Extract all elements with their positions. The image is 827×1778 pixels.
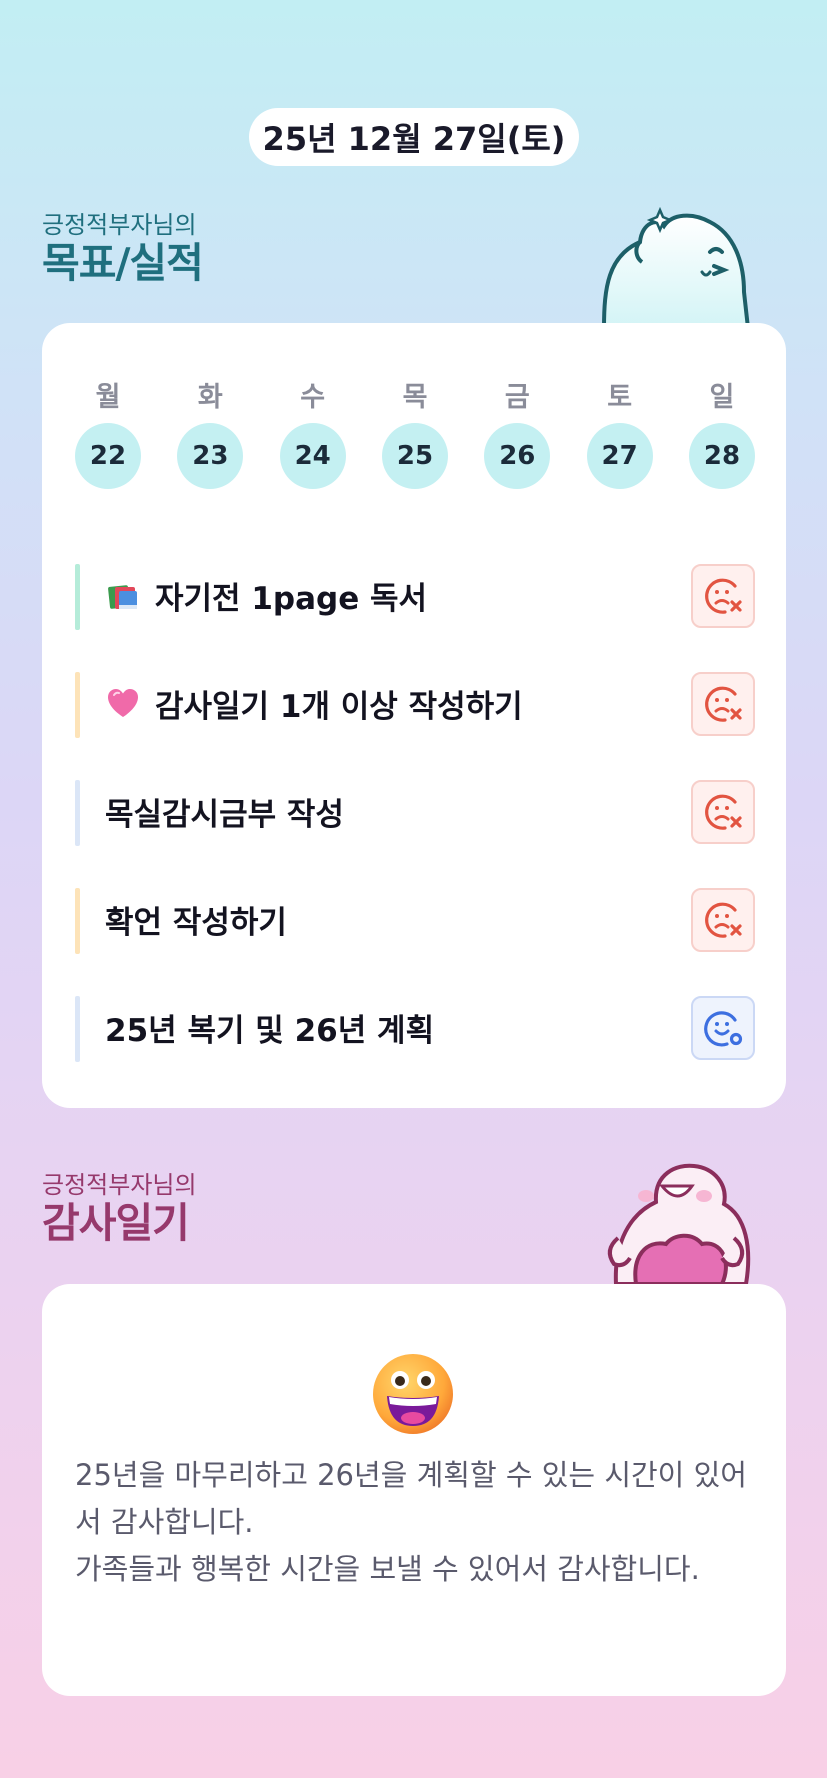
heart-icon (108, 689, 138, 717)
day-name: 일 (709, 382, 735, 413)
day-sat[interactable]: 토 27 (586, 375, 653, 489)
goal-text: 25년 복기 및 26년 계획 (105, 1005, 434, 1050)
day-number: 28 (688, 423, 755, 489)
goal-list: 자기전 1page 독서 감사일기 1개 이상 작성하기 목실감시금부 작성 확… (75, 541, 755, 1081)
sad-face-fail-icon (705, 902, 742, 938)
goals-card: 월 22 화 23 수 24 목 25 금 26 토 27 일 28 자기전 1… (42, 323, 786, 1108)
grinning-face-icon (373, 1354, 453, 1434)
books-icon (108, 585, 137, 609)
sad-face-fail-icon (705, 794, 742, 830)
goal-label: 자기전 1page 독서 (155, 580, 428, 617)
day-number: 27 (586, 423, 653, 489)
thanks-line: 25년을 마무리하고 26년을 계획할 수 있는 시간이 있어서 감사합니다. (75, 1458, 747, 1539)
goal-text: 자기전 1page 독서 (105, 573, 427, 618)
day-mon[interactable]: 월 22 (75, 375, 141, 489)
thanks-line: 가족들과 행복한 시간을 보낼 수 있어서 감사합니다. (75, 1552, 700, 1586)
goal-color-bar (75, 780, 80, 846)
day-number: 22 (75, 423, 141, 489)
sad-face-fail-icon (705, 686, 742, 722)
day-number: 23 (177, 423, 244, 489)
status-fail-button[interactable] (691, 672, 755, 736)
goal-item[interactable]: 자기전 1page 독서 (75, 541, 755, 649)
status-fail-button[interactable] (691, 564, 755, 628)
goal-item[interactable]: 25년 복기 및 26년 계획 (75, 973, 755, 1081)
day-tue[interactable]: 화 23 (177, 375, 244, 489)
date-pill[interactable]: 25년 12월 27일(토) (249, 108, 579, 166)
day-name: 금 (504, 382, 530, 413)
goals-section-title: 긍정적부자님의 목표/실적 (42, 210, 204, 287)
day-name: 목 (402, 382, 428, 413)
day-thu[interactable]: 목 25 (381, 375, 448, 489)
day-fri[interactable]: 금 26 (484, 375, 551, 489)
goal-label: 25년 복기 및 26년 계획 (105, 1012, 435, 1049)
goal-label: 확언 작성하기 (105, 904, 287, 941)
day-number: 25 (381, 423, 448, 489)
goal-color-bar (75, 996, 80, 1062)
ghost-mascot-icon (601, 206, 751, 328)
status-success-button[interactable] (691, 996, 755, 1060)
thanks-section-title: 긍정적부자님의 감사일기 (42, 1170, 197, 1246)
goal-color-bar (75, 888, 80, 954)
goal-color-bar (75, 672, 80, 738)
goals-subtitle: 긍정적부자님의 (42, 211, 197, 239)
goal-item[interactable]: 목실감시금부 작성 (75, 757, 755, 865)
goal-label: 목실감시금부 작성 (105, 796, 344, 833)
thanks-subtitle: 긍정적부자님의 (42, 1171, 197, 1199)
goal-label: 감사일기 1개 이상 작성하기 (155, 688, 523, 725)
goal-text: 목실감시금부 작성 (105, 789, 344, 834)
date-label: 25년 12월 27일(토) (262, 120, 566, 158)
day-name: 월 (95, 382, 121, 413)
day-name: 수 (300, 382, 326, 413)
goal-text: 감사일기 1개 이상 작성하기 (105, 681, 523, 726)
goal-text: 확언 작성하기 (105, 897, 287, 942)
day-sun[interactable]: 일 28 (688, 375, 755, 489)
week-strip: 월 22 화 23 수 24 목 25 금 26 토 27 일 28 (75, 375, 755, 489)
day-number: 26 (484, 423, 551, 489)
goal-color-bar (75, 564, 80, 630)
day-name: 토 (607, 382, 633, 413)
status-fail-button[interactable] (691, 780, 755, 844)
heart-mascot-icon (607, 1163, 751, 1284)
thanks-card: 25년을 마무리하고 26년을 계획할 수 있는 시간이 있어서 감사합니다. … (42, 1284, 786, 1696)
goal-item[interactable]: 감사일기 1개 이상 작성하기 (75, 649, 755, 757)
smile-face-success-icon (704, 1011, 743, 1047)
goals-title: 목표/실적 (42, 239, 204, 287)
day-wed[interactable]: 수 24 (279, 375, 346, 489)
day-number: 24 (279, 423, 346, 489)
day-name: 화 (197, 382, 223, 413)
goal-item[interactable]: 확언 작성하기 (75, 865, 755, 973)
thanks-title: 감사일기 (42, 1199, 190, 1247)
status-fail-button[interactable] (691, 888, 755, 952)
sad-face-fail-icon (705, 578, 742, 614)
thanks-entry: 25년을 마무리하고 26년을 계획할 수 있는 시간이 있어서 감사합니다. … (75, 1452, 755, 1593)
